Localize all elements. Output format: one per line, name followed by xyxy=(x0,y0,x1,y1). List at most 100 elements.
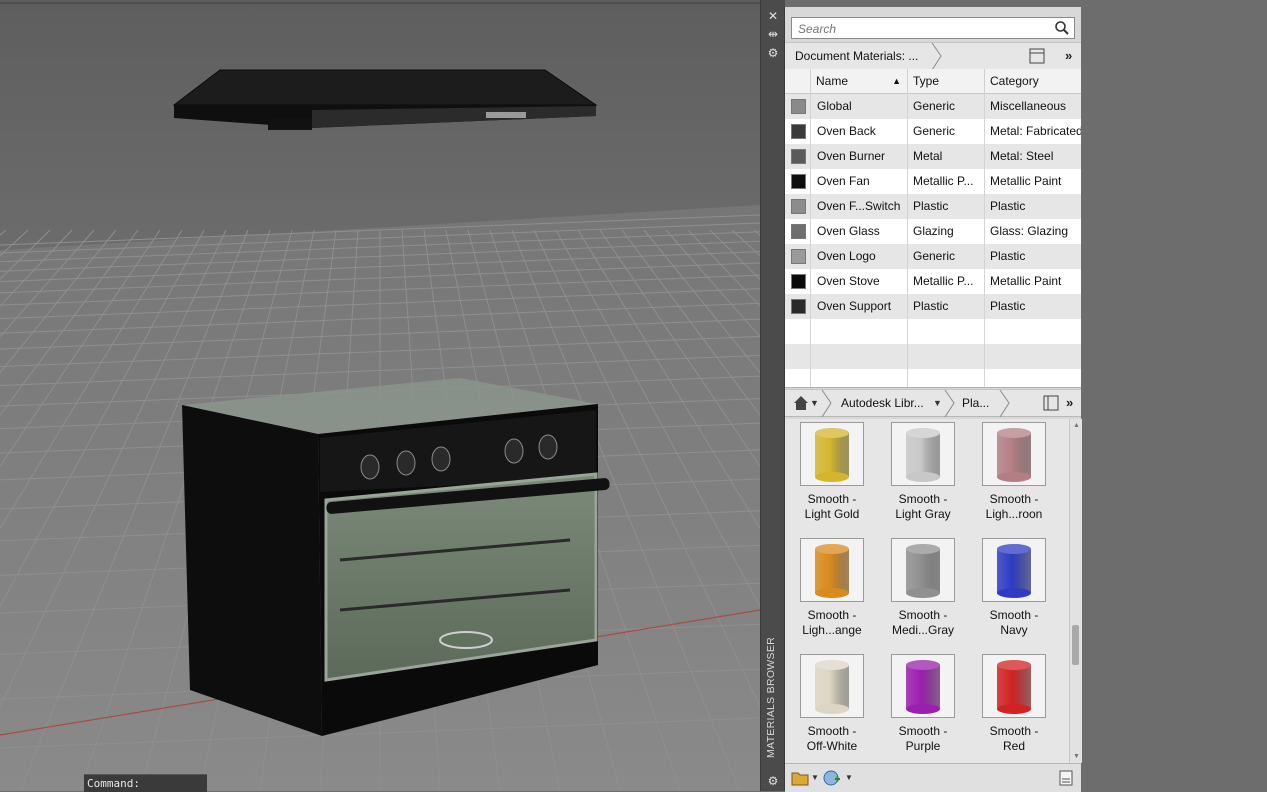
material-swatch xyxy=(791,149,806,164)
library-material-item[interactable]: Smooth - Ligh...ange xyxy=(797,538,887,654)
material-swatch xyxy=(791,299,806,314)
table-row[interactable]: Oven Logo Generic Plastic xyxy=(785,244,1081,269)
table-row[interactable]: Oven Burner Metal Metal: Steel xyxy=(785,144,1081,169)
material-label: Smooth - Light Gray xyxy=(895,492,951,521)
material-preview xyxy=(891,538,955,602)
library-material-item[interactable]: Smooth - Off-White xyxy=(797,654,887,763)
material-type: Plastic xyxy=(913,299,949,313)
library-bar: ▼ Autodesk Libr... ▼ Pla... » xyxy=(785,389,1081,417)
search-icon[interactable] xyxy=(1054,20,1070,36)
material-type: Glazing xyxy=(913,224,954,238)
material-preview xyxy=(982,538,1046,602)
library-crumb[interactable]: Autodesk Libr... xyxy=(841,390,924,416)
home-dropdown-icon[interactable]: ▼ xyxy=(810,390,819,417)
breadcrumb-arrow-icon xyxy=(944,390,955,417)
material-name: Oven Support xyxy=(817,299,892,313)
material-label: Smooth - Medi...Gray xyxy=(891,608,954,637)
breadcrumb-arrow-icon xyxy=(999,390,1010,417)
sort-ascending-icon: ▲ xyxy=(892,76,901,86)
palette-options-icon[interactable]: ⚙ xyxy=(765,774,781,788)
material-type: Metallic P... xyxy=(913,174,974,188)
column-name[interactable]: Name ▲ xyxy=(810,69,907,93)
table-row[interactable]: Oven F...Switch Plastic Plastic xyxy=(785,194,1081,219)
column-type[interactable]: Type xyxy=(907,69,984,93)
table-row[interactable]: Oven Support Plastic Plastic xyxy=(785,294,1081,319)
material-category: Metallic Paint xyxy=(990,274,1062,288)
palette-title: MATERIALS BROWSER xyxy=(765,636,777,758)
material-swatch xyxy=(791,249,806,264)
material-type: Generic xyxy=(913,99,956,113)
column-category[interactable]: Category xyxy=(984,69,1081,93)
material-label: Smooth - Ligh...ange xyxy=(802,608,862,637)
material-preview xyxy=(800,654,864,718)
material-name: Oven Logo xyxy=(817,249,876,263)
material-rows: Global Generic Miscellaneous Oven Back Gener… xyxy=(785,94,1081,387)
table-row[interactable]: Global Generic Miscellaneous xyxy=(785,94,1081,119)
material-name: Oven Back xyxy=(817,124,876,138)
library-material-item[interactable]: Smooth - Medi...Gray xyxy=(888,538,978,654)
library-material-item[interactable]: Smooth - Light Gray xyxy=(888,422,978,538)
3d-viewport[interactable] xyxy=(0,0,760,791)
empty-row xyxy=(785,344,1081,369)
material-editor-icon[interactable] xyxy=(1059,770,1073,786)
library-material-item[interactable]: Smooth - Light Gold xyxy=(797,422,887,538)
browser-footer: ▼ ▼ xyxy=(785,763,1081,792)
material-label: Smooth - Purple xyxy=(898,724,948,753)
close-icon[interactable]: ✕ xyxy=(765,9,781,23)
library-sub-crumb[interactable]: Pla... xyxy=(962,390,989,416)
material-category: Miscellaneous xyxy=(990,99,1067,113)
library-dropdown-icon[interactable]: ▼ xyxy=(933,390,942,417)
more-options-icon[interactable]: » xyxy=(1066,390,1073,416)
home-icon[interactable] xyxy=(793,395,809,411)
search-input[interactable] xyxy=(796,19,1050,39)
view-toggle-icon[interactable] xyxy=(1029,48,1045,64)
view-toggle-icon[interactable] xyxy=(1043,395,1059,411)
material-preview xyxy=(891,422,955,486)
material-type: Metal xyxy=(913,149,943,163)
material-label: Smooth - Off-White xyxy=(806,724,858,753)
properties-icon[interactable]: ⚙ xyxy=(765,46,781,60)
table-row[interactable]: Oven Glass Glazing Glass: Glazing xyxy=(785,219,1081,244)
library-material-item[interactable]: Smooth - Ligh...roon xyxy=(979,422,1069,538)
material-swatch xyxy=(791,174,806,189)
material-preview xyxy=(800,422,864,486)
material-swatch xyxy=(791,99,806,114)
library-material-item[interactable]: Smooth - Red xyxy=(979,654,1069,763)
library-scrollbar[interactable]: ▲ ▼ xyxy=(1069,419,1082,763)
material-type: Plastic xyxy=(913,199,949,213)
more-options-icon[interactable]: » xyxy=(1065,43,1072,69)
empty-row xyxy=(785,369,1081,387)
table-row[interactable]: Oven Back Generic Metal: Fabricated xyxy=(785,119,1081,144)
document-materials-crumb[interactable]: Document Materials: ... xyxy=(795,43,918,69)
scroll-down-icon[interactable]: ▼ xyxy=(1073,753,1080,760)
scroll-thumb[interactable] xyxy=(1072,625,1079,665)
material-label: Smooth - Light Gold xyxy=(804,492,860,521)
command-line[interactable]: Command: xyxy=(84,774,207,792)
breadcrumb-arrow-icon xyxy=(931,43,942,70)
library-dropdown-icon[interactable]: ▼ xyxy=(811,764,819,792)
create-dropdown-icon[interactable]: ▼ xyxy=(845,764,853,792)
library-material-item[interactable]: Smooth - Purple xyxy=(888,654,978,763)
scroll-up-icon[interactable]: ▲ xyxy=(1073,422,1080,429)
breadcrumb-arrow-icon xyxy=(821,390,832,417)
material-category: Metal: Steel xyxy=(990,149,1054,163)
material-type: Generic xyxy=(913,124,956,138)
table-row[interactable]: Oven Stove Metallic P... Metallic Paint xyxy=(785,269,1081,294)
auto-hide-icon[interactable]: ⇹ xyxy=(765,27,781,41)
library-material-item[interactable]: Smooth - Navy xyxy=(979,538,1069,654)
library-folder-icon[interactable] xyxy=(791,770,809,786)
material-preview xyxy=(891,654,955,718)
create-material-icon[interactable] xyxy=(823,769,841,787)
material-category: Plastic xyxy=(990,249,1026,263)
material-preview xyxy=(800,538,864,602)
material-label: Smooth - Red xyxy=(989,724,1039,753)
material-category: Metal: Fabricated xyxy=(990,124,1081,138)
material-name: Oven Glass xyxy=(817,224,880,238)
search-box[interactable] xyxy=(791,17,1075,39)
table-row[interactable]: Oven Fan Metallic P... Metallic Paint xyxy=(785,169,1081,194)
material-preview xyxy=(982,422,1046,486)
material-preview xyxy=(982,654,1046,718)
material-name: Oven Fan xyxy=(817,174,870,188)
palette-title-strip: ✕ ⇹ ⚙ MATERIALS BROWSER ⚙ xyxy=(760,0,785,791)
material-category: Metallic Paint xyxy=(990,174,1062,188)
